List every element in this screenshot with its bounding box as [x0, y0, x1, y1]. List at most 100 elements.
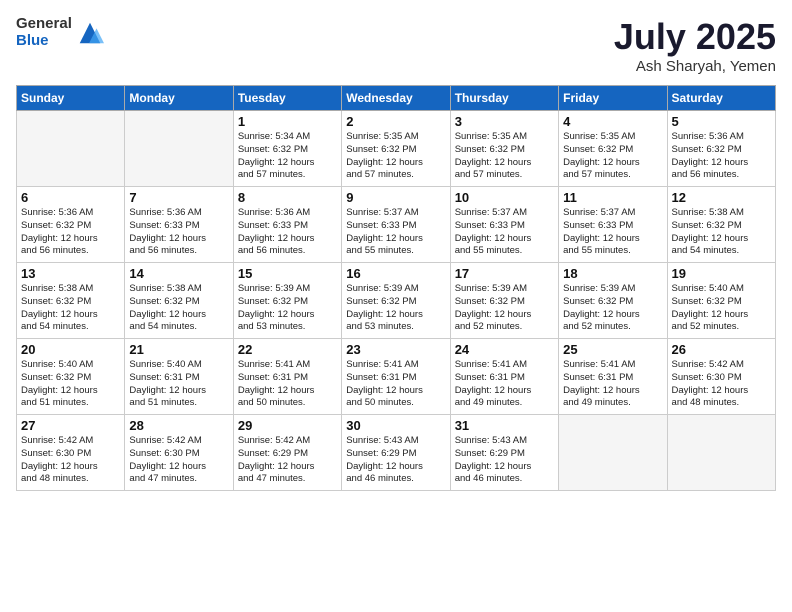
- day-info: Sunrise: 5:42 AMSunset: 6:30 PMDaylight:…: [129, 435, 228, 486]
- calendar-cell: [17, 111, 125, 187]
- calendar-cell: [125, 111, 233, 187]
- day-number: 21: [129, 342, 228, 357]
- calendar-day-header: Friday: [559, 86, 667, 111]
- day-number: 23: [346, 342, 445, 357]
- title-block: July 2025 Ash Sharyah, Yemen: [614, 16, 776, 75]
- day-info: Sunrise: 5:37 AMSunset: 6:33 PMDaylight:…: [346, 207, 445, 258]
- day-number: 18: [563, 266, 662, 281]
- calendar-cell: [667, 415, 775, 491]
- day-info: Sunrise: 5:37 AMSunset: 6:33 PMDaylight:…: [455, 207, 554, 258]
- calendar-cell: 22Sunrise: 5:41 AMSunset: 6:31 PMDayligh…: [233, 339, 341, 415]
- calendar-week-row: 20 Sunrise: 5:40 AMSunset: 6:32 PMDayligh…: [17, 339, 776, 415]
- day-number: 8: [238, 190, 337, 205]
- calendar-cell: 23 Sunrise: 5:41 AMSunset: 6:31 PMDayligh…: [342, 339, 450, 415]
- day-number: 9: [346, 190, 445, 205]
- calendar-cell: 8 Sunrise: 5:36 AMSunset: 6:33 PMDaylight…: [233, 187, 341, 263]
- day-number: 22: [238, 342, 337, 357]
- location: Ash Sharyah, Yemen: [614, 58, 776, 75]
- day-number: 25: [563, 342, 662, 357]
- logo-blue: Blue: [16, 33, 72, 50]
- calendar-day-header: Tuesday: [233, 86, 341, 111]
- calendar-cell: 10 Sunrise: 5:37 AMSunset: 6:33 PMDayligh…: [450, 187, 558, 263]
- calendar-cell: 21 Sunrise: 5:40 AMSunset: 6:31 PMDayligh…: [125, 339, 233, 415]
- page: General Blue July 2025 Ash Sharyah, Yeme…: [0, 0, 792, 612]
- calendar-day-header: Monday: [125, 86, 233, 111]
- calendar-cell: 31Sunrise: 5:43 AMSunset: 6:29 PMDayligh…: [450, 415, 558, 491]
- calendar-cell: 5Sunrise: 5:36 AMSunset: 6:32 PMDaylight…: [667, 111, 775, 187]
- header: General Blue July 2025 Ash Sharyah, Yeme…: [16, 16, 776, 75]
- calendar-cell: 7Sunrise: 5:36 AMSunset: 6:33 PMDaylight…: [125, 187, 233, 263]
- calendar-cell: [559, 415, 667, 491]
- day-info: Sunrise: 5:36 AMSunset: 6:32 PMDaylight:…: [672, 131, 771, 182]
- day-info: Sunrise: 5:39 AMSunset: 6:32 PMDaylight:…: [346, 283, 445, 334]
- calendar-header-row: SundayMondayTuesdayWednesdayThursdayFrid…: [17, 86, 776, 111]
- calendar-cell: 14Sunrise: 5:38 AMSunset: 6:32 PMDayligh…: [125, 263, 233, 339]
- calendar-cell: 19 Sunrise: 5:40 AMSunset: 6:32 PMDayligh…: [667, 263, 775, 339]
- calendar-cell: 27 Sunrise: 5:42 AMSunset: 6:30 PMDayligh…: [17, 415, 125, 491]
- logo-icon: [76, 19, 104, 47]
- calendar-day-header: Sunday: [17, 86, 125, 111]
- day-number: 24: [455, 342, 554, 357]
- day-info: Sunrise: 5:38 AMSunset: 6:32 PMDaylight:…: [21, 283, 120, 334]
- logo: General Blue: [16, 16, 104, 49]
- day-number: 7: [129, 190, 228, 205]
- month-title: July 2025: [614, 16, 776, 58]
- day-number: 4: [563, 114, 662, 129]
- day-number: 3: [455, 114, 554, 129]
- calendar-cell: 17 Sunrise: 5:39 AMSunset: 6:32 PMDayligh…: [450, 263, 558, 339]
- day-info: Sunrise: 5:43 AMSunset: 6:29 PMDaylight:…: [455, 435, 554, 486]
- day-info: Sunrise: 5:42 AMSunset: 6:30 PMDaylight:…: [672, 359, 771, 410]
- day-info: Sunrise: 5:36 AMSunset: 6:32 PMDaylight:…: [21, 207, 120, 258]
- day-info: Sunrise: 5:40 AMSunset: 6:32 PMDaylight:…: [21, 359, 120, 410]
- calendar-cell: 1Sunrise: 5:34 AMSunset: 6:32 PMDaylight…: [233, 111, 341, 187]
- calendar-cell: 18Sunrise: 5:39 AMSunset: 6:32 PMDayligh…: [559, 263, 667, 339]
- calendar-cell: 3 Sunrise: 5:35 AMSunset: 6:32 PMDaylight…: [450, 111, 558, 187]
- day-number: 27: [21, 418, 120, 433]
- day-number: 29: [238, 418, 337, 433]
- day-info: Sunrise: 5:39 AMSunset: 6:32 PMDaylight:…: [455, 283, 554, 334]
- day-info: Sunrise: 5:35 AMSunset: 6:32 PMDaylight:…: [563, 131, 662, 182]
- calendar-cell: 30 Sunrise: 5:43 AMSunset: 6:29 PMDayligh…: [342, 415, 450, 491]
- calendar-cell: 6 Sunrise: 5:36 AMSunset: 6:32 PMDaylight…: [17, 187, 125, 263]
- day-info: Sunrise: 5:38 AMSunset: 6:32 PMDaylight:…: [129, 283, 228, 334]
- day-number: 16: [346, 266, 445, 281]
- calendar-cell: 29Sunrise: 5:42 AMSunset: 6:29 PMDayligh…: [233, 415, 341, 491]
- logo-general: General: [16, 16, 72, 33]
- day-info: Sunrise: 5:43 AMSunset: 6:29 PMDaylight:…: [346, 435, 445, 486]
- calendar-week-row: 13 Sunrise: 5:38 AMSunset: 6:32 PMDayligh…: [17, 263, 776, 339]
- calendar-cell: 13 Sunrise: 5:38 AMSunset: 6:32 PMDayligh…: [17, 263, 125, 339]
- day-info: Sunrise: 5:41 AMSunset: 6:31 PMDaylight:…: [346, 359, 445, 410]
- day-info: Sunrise: 5:36 AMSunset: 6:33 PMDaylight:…: [238, 207, 337, 258]
- calendar-cell: 11Sunrise: 5:37 AMSunset: 6:33 PMDayligh…: [559, 187, 667, 263]
- day-info: Sunrise: 5:42 AMSunset: 6:30 PMDaylight:…: [21, 435, 120, 486]
- logo-text: General Blue: [16, 16, 72, 49]
- calendar-week-row: 1Sunrise: 5:34 AMSunset: 6:32 PMDaylight…: [17, 111, 776, 187]
- day-info: Sunrise: 5:38 AMSunset: 6:32 PMDaylight:…: [672, 207, 771, 258]
- calendar-day-header: Wednesday: [342, 86, 450, 111]
- calendar-cell: 12 Sunrise: 5:38 AMSunset: 6:32 PMDayligh…: [667, 187, 775, 263]
- day-number: 17: [455, 266, 554, 281]
- day-number: 11: [563, 190, 662, 205]
- calendar-cell: 25Sunrise: 5:41 AMSunset: 6:31 PMDayligh…: [559, 339, 667, 415]
- day-info: Sunrise: 5:40 AMSunset: 6:32 PMDaylight:…: [672, 283, 771, 334]
- day-number: 10: [455, 190, 554, 205]
- day-number: 12: [672, 190, 771, 205]
- day-info: Sunrise: 5:34 AMSunset: 6:32 PMDaylight:…: [238, 131, 337, 182]
- day-info: Sunrise: 5:41 AMSunset: 6:31 PMDaylight:…: [455, 359, 554, 410]
- calendar-day-header: Saturday: [667, 86, 775, 111]
- day-number: 6: [21, 190, 120, 205]
- day-number: 30: [346, 418, 445, 433]
- calendar-cell: 16 Sunrise: 5:39 AMSunset: 6:32 PMDayligh…: [342, 263, 450, 339]
- day-number: 15: [238, 266, 337, 281]
- day-info: Sunrise: 5:39 AMSunset: 6:32 PMDaylight:…: [238, 283, 337, 334]
- day-number: 19: [672, 266, 771, 281]
- day-number: 28: [129, 418, 228, 433]
- day-info: Sunrise: 5:35 AMSunset: 6:32 PMDaylight:…: [455, 131, 554, 182]
- day-number: 13: [21, 266, 120, 281]
- day-number: 20: [21, 342, 120, 357]
- calendar-week-row: 27 Sunrise: 5:42 AMSunset: 6:30 PMDayligh…: [17, 415, 776, 491]
- calendar-cell: 20 Sunrise: 5:40 AMSunset: 6:32 PMDayligh…: [17, 339, 125, 415]
- day-info: Sunrise: 5:40 AMSunset: 6:31 PMDaylight:…: [129, 359, 228, 410]
- calendar-cell: 28 Sunrise: 5:42 AMSunset: 6:30 PMDayligh…: [125, 415, 233, 491]
- calendar-cell: 24 Sunrise: 5:41 AMSunset: 6:31 PMDayligh…: [450, 339, 558, 415]
